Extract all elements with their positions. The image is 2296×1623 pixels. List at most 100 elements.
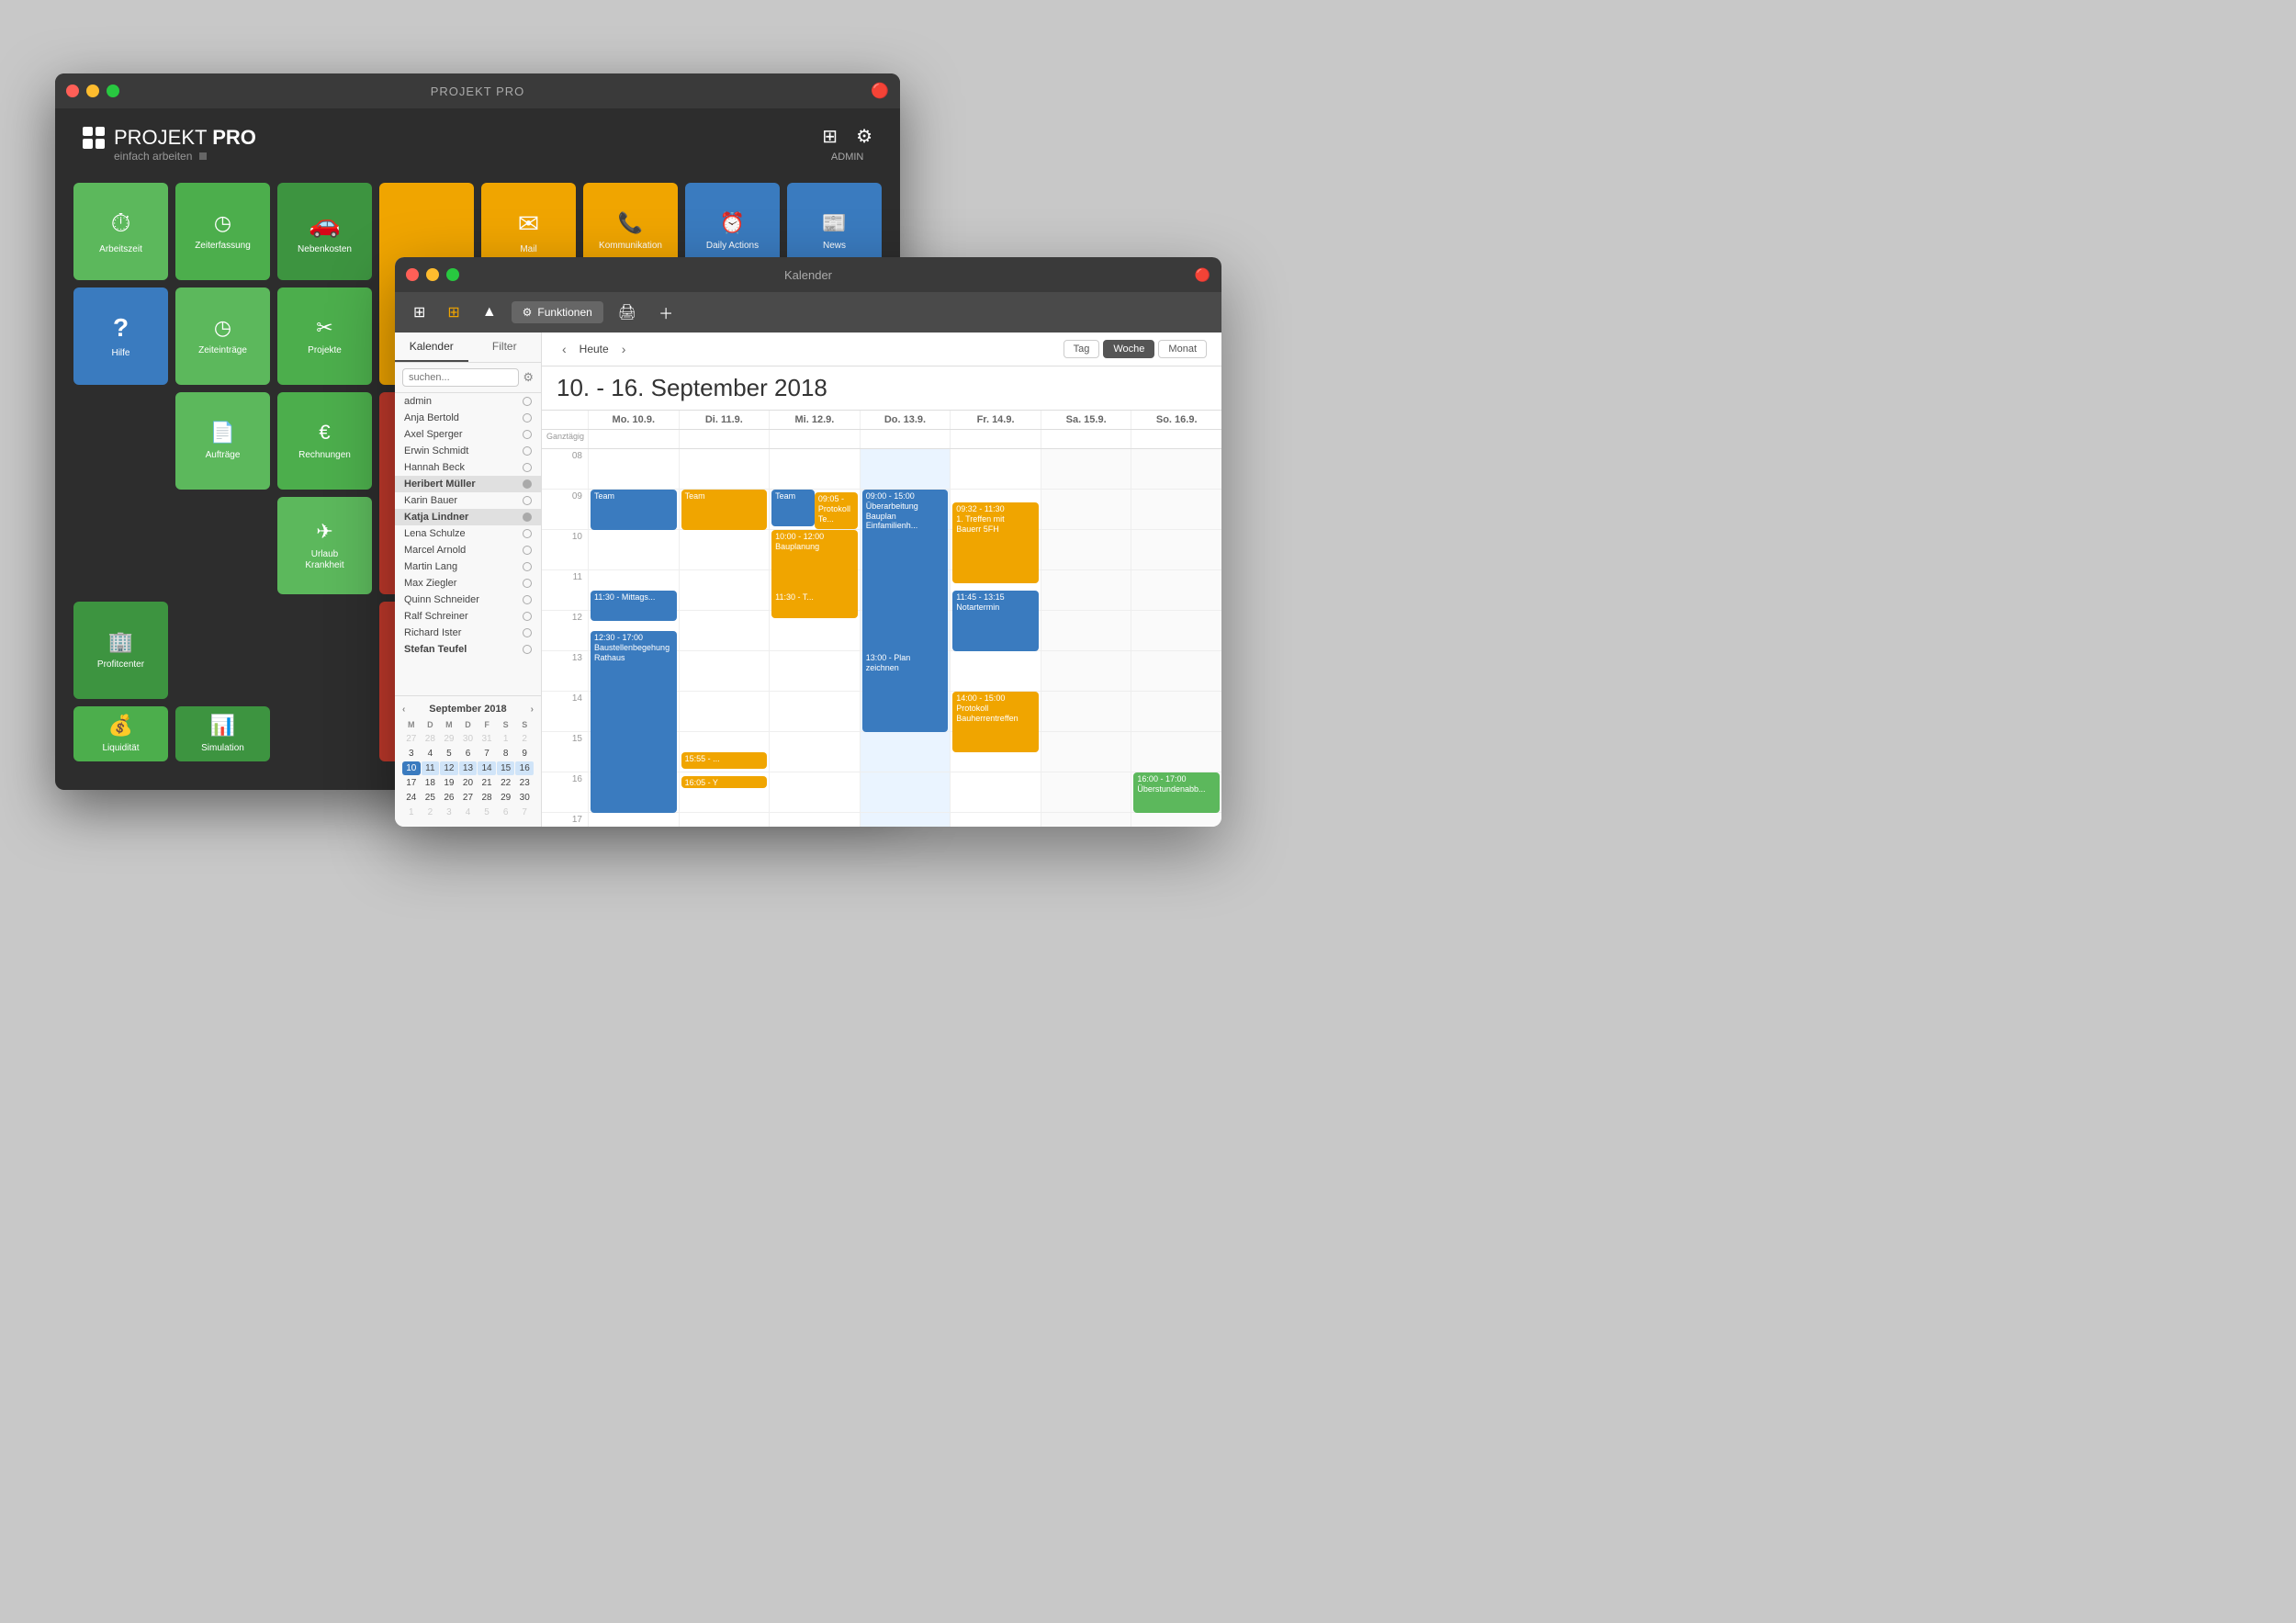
- mini-day[interactable]: 18: [422, 776, 440, 790]
- person-martin[interactable]: Martin Lang: [395, 558, 541, 575]
- mini-day[interactable]: 11: [422, 761, 440, 775]
- event-fr-notar[interactable]: 11:45 - 13:15Notartermin: [952, 591, 1039, 651]
- mini-day[interactable]: 28: [422, 732, 440, 746]
- tile-arbeitszeit[interactable]: ⏱ Arbeitszeit: [73, 183, 168, 280]
- tile-projekte[interactable]: ✂ Projekte: [277, 287, 372, 385]
- prev-week-btn[interactable]: ‹: [557, 340, 572, 358]
- tab-filter[interactable]: Filter: [468, 332, 542, 362]
- view-monat-btn[interactable]: Monat: [1158, 340, 1207, 358]
- event-fr-protokoll[interactable]: 14:00 - 15:00ProtokollBauherrentreffen: [952, 692, 1039, 752]
- mini-day[interactable]: 22: [497, 776, 515, 790]
- event-fr-treffen[interactable]: 09:32 - 11:301. Treffen mitBauerr 5FH: [952, 502, 1039, 583]
- tile-rechnungen[interactable]: € Rechnungen: [277, 392, 372, 490]
- tile-nebenkosten[interactable]: 🚗 Nebenkosten: [277, 183, 372, 280]
- tile-auftraege[interactable]: 📄 Aufträge: [175, 392, 270, 490]
- tile-profitcenter[interactable]: 🏢 Profitcenter: [73, 602, 168, 699]
- mini-day[interactable]: 4: [422, 747, 440, 761]
- event-do-ueberarbeitung[interactable]: 09:00 - 15:00ÜberarbeitungBauplanEinfami…: [862, 490, 949, 732]
- person-quinn[interactable]: Quinn Schneider: [395, 592, 541, 608]
- search-gear-icon[interactable]: ⚙: [523, 370, 534, 385]
- today-btn[interactable]: Heute: [580, 343, 609, 355]
- grid-icon[interactable]: ⊞: [822, 125, 838, 148]
- mini-day[interactable]: 26: [440, 791, 458, 805]
- mini-day[interactable]: 25: [422, 791, 440, 805]
- mini-day[interactable]: 21: [478, 776, 496, 790]
- mini-day[interactable]: 23: [515, 776, 534, 790]
- person-erwin[interactable]: Erwin Schmidt: [395, 443, 541, 459]
- mini-day[interactable]: 30: [515, 791, 534, 805]
- mini-day[interactable]: 30: [459, 732, 478, 746]
- close-button[interactable]: [66, 85, 79, 97]
- maximize-button[interactable]: [107, 85, 119, 97]
- mini-day[interactable]: 16: [515, 761, 534, 775]
- event-di-team[interactable]: Team: [681, 490, 768, 530]
- mini-day[interactable]: 6: [497, 806, 515, 819]
- tile-hilfe[interactable]: ? Hilfe: [73, 287, 168, 385]
- person-stefan[interactable]: Stefan Teufel: [395, 641, 541, 658]
- person-heribert[interactable]: Heribert Müller: [395, 476, 541, 492]
- settings-icon[interactable]: ⚙: [856, 125, 872, 148]
- mini-day[interactable]: 20: [459, 776, 478, 790]
- toolbar-grid-btn[interactable]: ⊞: [406, 299, 433, 325]
- mini-day[interactable]: 19: [440, 776, 458, 790]
- mini-day[interactable]: 27: [459, 791, 478, 805]
- mini-day[interactable]: 2: [515, 732, 534, 746]
- tile-liquiditaet[interactable]: 💰 Liquidität: [73, 706, 168, 761]
- mini-day[interactable]: 29: [440, 732, 458, 746]
- mini-day[interactable]: 3: [402, 747, 421, 761]
- mini-day[interactable]: 31: [478, 732, 496, 746]
- cal-maximize-button[interactable]: [446, 268, 459, 281]
- mini-day[interactable]: 12: [440, 761, 458, 775]
- toolbar-up-btn[interactable]: ▲: [475, 300, 504, 324]
- mini-day[interactable]: 2: [422, 806, 440, 819]
- mini-day[interactable]: 5: [440, 747, 458, 761]
- mini-day[interactable]: 27: [402, 732, 421, 746]
- view-tag-btn[interactable]: Tag: [1064, 340, 1100, 358]
- event-mi-team[interactable]: Team: [771, 490, 815, 526]
- mini-day-today[interactable]: 10: [402, 761, 421, 775]
- toolbar-print-btn[interactable]: 🖨: [611, 299, 644, 325]
- tile-zeiterfassung[interactable]: ◷ Zeiterfassung: [175, 183, 270, 280]
- person-anja[interactable]: Anja Bertold: [395, 410, 541, 426]
- view-woche-btn[interactable]: Woche: [1103, 340, 1154, 358]
- person-ralf[interactable]: Ralf Schreiner: [395, 608, 541, 625]
- mini-cal-prev[interactable]: ‹: [402, 704, 405, 715]
- event-di-1555[interactable]: 15:55 - ...: [681, 752, 768, 769]
- next-week-btn[interactable]: ›: [616, 340, 632, 358]
- person-hannah[interactable]: Hannah Beck: [395, 459, 541, 476]
- mini-day[interactable]: 7: [515, 806, 534, 819]
- toolbar-funktionen-btn[interactable]: ⚙ Funktionen: [512, 301, 603, 323]
- mini-day[interactable]: 17: [402, 776, 421, 790]
- event-mo-team[interactable]: Team: [591, 490, 677, 530]
- minimize-button[interactable]: [86, 85, 99, 97]
- mini-day[interactable]: 4: [459, 806, 478, 819]
- tab-kalender[interactable]: Kalender: [395, 332, 468, 362]
- mini-day[interactable]: 1: [402, 806, 421, 819]
- event-mi-protokoll[interactable]: 09:05 - Protokoll Te...: [815, 492, 858, 529]
- tile-zeiteintraege[interactable]: ◷ Zeiteinträge: [175, 287, 270, 385]
- person-lena[interactable]: Lena Schulze: [395, 525, 541, 542]
- person-admin[interactable]: admin: [395, 393, 541, 410]
- toolbar-orange-btn[interactable]: ⊞: [440, 299, 467, 325]
- mini-day[interactable]: 7: [478, 747, 496, 761]
- toolbar-add-btn[interactable]: ＋: [651, 298, 681, 327]
- mini-day[interactable]: 24: [402, 791, 421, 805]
- mini-day[interactable]: 3: [440, 806, 458, 819]
- person-karin[interactable]: Karin Bauer: [395, 492, 541, 509]
- person-max[interactable]: Max Ziegler: [395, 575, 541, 592]
- event-mi-1130[interactable]: 11:30 - T...: [771, 591, 858, 618]
- mini-day[interactable]: 13: [459, 761, 478, 775]
- event-mo-baustellen[interactable]: 12:30 - 17:00BaustellenbegehungRathaus: [591, 631, 677, 813]
- mini-day[interactable]: 15: [497, 761, 515, 775]
- event-mo-mittags[interactable]: 11:30 - Mittags...: [591, 591, 677, 621]
- tile-simulation[interactable]: 📊 Simulation: [175, 706, 270, 761]
- cal-minimize-button[interactable]: [426, 268, 439, 281]
- person-richard[interactable]: Richard Ister: [395, 625, 541, 641]
- mini-day[interactable]: 1: [497, 732, 515, 746]
- person-axel[interactable]: Axel Sperger: [395, 426, 541, 443]
- mini-day[interactable]: 14: [478, 761, 496, 775]
- event-so-ueberstunden[interactable]: 16:00 - 17:00Überstundenabb...: [1133, 772, 1220, 813]
- mini-day[interactable]: 6: [459, 747, 478, 761]
- event-do-plan[interactable]: 13:00 - Planzeichnen: [862, 651, 949, 692]
- mini-cal-next[interactable]: ›: [531, 704, 534, 715]
